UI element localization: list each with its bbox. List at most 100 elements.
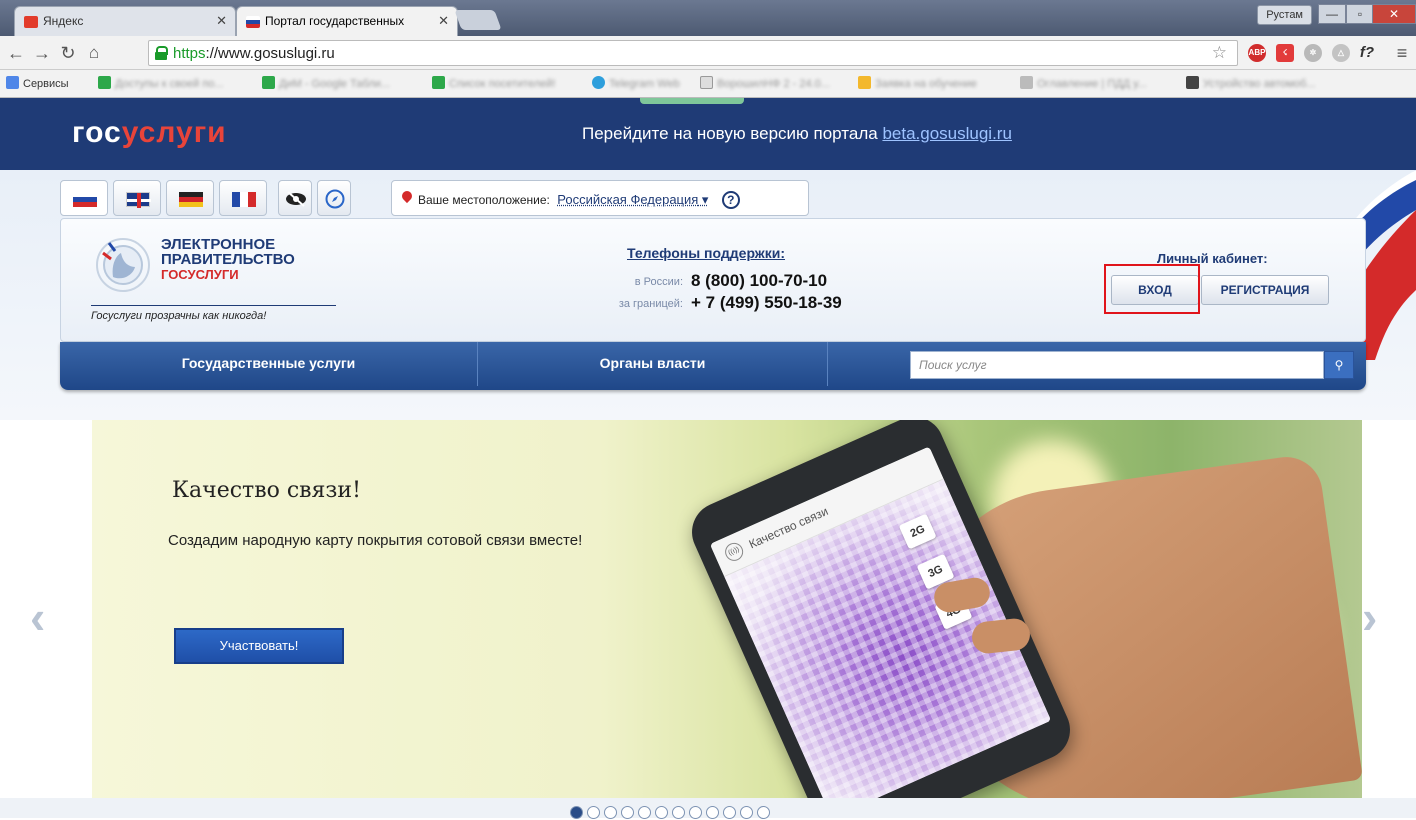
slider-dot[interactable]	[740, 806, 753, 819]
service-search-input[interactable]: Поиск услуг	[910, 351, 1324, 379]
promo-slide: Качество связи! Создадим народную карту …	[92, 420, 1362, 798]
slider-prev-chevron-icon[interactable]: ‹	[30, 590, 45, 644]
phone-russia-row: в России: 8 (800) 100-70-10	[551, 271, 881, 291]
banner-message: Перейдите на новую версию портала beta.g…	[582, 124, 1012, 144]
extension-red-icon[interactable]: ☇	[1276, 44, 1294, 62]
extension-fx-icon[interactable]: f?	[1358, 44, 1376, 62]
close-icon[interactable]: ✕	[216, 13, 227, 29]
url-input[interactable]: https://www.gosuslugi.ru ☆	[148, 40, 1238, 66]
phone-russia-label: в России:	[551, 276, 683, 288]
slider-dot[interactable]	[570, 806, 583, 819]
location-dropdown[interactable]: Российская Федерация ▾	[557, 192, 708, 207]
participate-button[interactable]: Участвовать!	[174, 628, 344, 664]
new-tab-button[interactable]	[454, 10, 501, 30]
yandex-favicon-icon	[24, 16, 38, 28]
phone-abroad: + 7 (499) 550-18-39	[691, 293, 842, 312]
pen-icon	[1186, 76, 1199, 89]
browser-tab-strip: Яндекс ✕ Портал государственных ✕ Рустам…	[0, 0, 1416, 36]
slider-dot[interactable]	[638, 806, 651, 819]
accessibility-button[interactable]	[278, 180, 312, 216]
slider-dot[interactable]	[655, 806, 668, 819]
bookmark-item[interactable]: ВорошилНФ 2 - 24.0...	[700, 76, 830, 90]
e-government-title: ЭЛЕКТРОННОЕ ПРАВИТЕЛЬСТВО ГОСУСЛУГИ	[161, 237, 295, 282]
lang-english[interactable]	[113, 180, 161, 216]
tab-label: Портал государственных	[265, 14, 404, 28]
slider-dot[interactable]	[706, 806, 719, 819]
eg-line-3: ГОСУСЛУГИ	[161, 267, 295, 282]
minimize-button[interactable]: —	[1318, 4, 1346, 24]
bookmark-label: Доступы к своей по...	[115, 78, 224, 90]
banner-tab	[640, 98, 744, 104]
slider-dot[interactable]	[672, 806, 685, 819]
extension-gear-icon[interactable]: ✲	[1304, 44, 1322, 62]
tab-gosuslugi[interactable]: Портал государственных ✕	[236, 6, 458, 36]
bookmark-item[interactable]: Заявка на обучение	[858, 76, 977, 90]
lang-russian[interactable]	[60, 180, 108, 216]
compass-button[interactable]	[317, 180, 351, 216]
forward-icon[interactable]: →	[32, 42, 52, 64]
home-icon[interactable]: ⌂	[84, 42, 104, 64]
adblock-icon[interactable]: ABP	[1248, 44, 1266, 62]
e-government-emblem-icon	[93, 233, 153, 293]
phone-russia: 8 (800) 100-70-10	[691, 271, 827, 290]
window-close-button[interactable]: ✕	[1372, 4, 1416, 24]
bookmarks-bar: Сервисы Доступы к своей по... ДиМ - Goog…	[0, 70, 1416, 98]
nav-authorities[interactable]: Органы власти	[478, 342, 828, 386]
gosuslugi-logo[interactable]: госуслуги	[72, 116, 227, 150]
drive-icon	[858, 76, 871, 89]
back-icon[interactable]: ←	[6, 42, 26, 64]
location-selector: Ваше местоположение: Российская Федераци…	[391, 180, 809, 216]
login-highlight-frame	[1104, 264, 1200, 314]
lang-french[interactable]	[219, 180, 267, 216]
bookmark-services[interactable]: Сервисы	[6, 76, 69, 90]
nav-government-services[interactable]: Государственные услуги	[60, 342, 478, 386]
reload-icon[interactable]: ↻	[58, 42, 78, 64]
slogan: Госуслуги прозрачны как никогда!	[91, 305, 336, 322]
logo-part-uslugi: услуги	[122, 116, 227, 149]
url-scheme: https	[173, 45, 206, 62]
phone-abroad-label: за границей:	[551, 298, 683, 310]
sheets-icon	[432, 76, 445, 89]
slider-dot[interactable]	[723, 806, 736, 819]
tab-yandex[interactable]: Яндекс ✕	[14, 6, 236, 36]
slider-next-chevron-icon[interactable]: ›	[1362, 590, 1377, 644]
search-icon[interactable]: ⚲	[1324, 351, 1354, 379]
bookmark-item[interactable]: Оглавление | ПДД у...	[1020, 76, 1147, 90]
bookmark-item[interactable]: ДиМ - Google Табли...	[262, 76, 390, 90]
bookmark-label: Оглавление | ПДД у...	[1037, 78, 1147, 90]
bookmark-item[interactable]: Telegram Web	[592, 76, 680, 90]
lock-icon	[155, 46, 165, 59]
address-bar: ← → ↻ ⌂ https://www.gosuslugi.ru ☆ ABP ☇…	[0, 36, 1416, 70]
slider-dot[interactable]	[689, 806, 702, 819]
maximize-button[interactable]: ▫	[1346, 4, 1374, 24]
bookmark-label: Список посетителей!	[449, 78, 556, 90]
location-pin-icon	[400, 189, 414, 203]
sheets-icon	[98, 76, 111, 89]
slider-dot[interactable]	[604, 806, 617, 819]
profile-button[interactable]: Рустам	[1257, 5, 1312, 25]
slider-dot[interactable]	[587, 806, 600, 819]
support-phones-link[interactable]: Телефоны поддержки:	[627, 245, 785, 261]
lang-german[interactable]	[166, 180, 214, 216]
uk-flag-icon	[126, 192, 150, 207]
extension-drive-icon[interactable]: △	[1332, 44, 1350, 62]
slider-dot[interactable]	[621, 806, 634, 819]
close-icon[interactable]: ✕	[438, 13, 449, 29]
russia-flag-favicon-icon	[246, 16, 260, 28]
bookmark-label: Сервисы	[23, 78, 69, 90]
compass-icon	[325, 189, 345, 209]
bookmark-item[interactable]: Устройство автомоб...	[1186, 76, 1316, 90]
page-icon	[1020, 76, 1033, 89]
beta-banner: госуслуги Перейдите на новую версию порт…	[0, 98, 1416, 170]
help-icon[interactable]: ?	[722, 191, 740, 209]
apps-grid-icon	[6, 76, 19, 89]
beta-link[interactable]: beta.gosuslugi.ru	[882, 124, 1011, 143]
sheets-icon	[262, 76, 275, 89]
bookmark-star-icon[interactable]: ☆	[1212, 43, 1227, 63]
register-button[interactable]: РЕГИСТРАЦИЯ	[1201, 275, 1329, 305]
menu-icon[interactable]: ≡	[1392, 42, 1412, 64]
slider-dot[interactable]	[757, 806, 770, 819]
bookmark-item[interactable]: Доступы к своей по...	[98, 76, 224, 90]
bookmark-item[interactable]: Список посетителей!	[432, 76, 556, 90]
germany-flag-icon	[179, 192, 203, 207]
